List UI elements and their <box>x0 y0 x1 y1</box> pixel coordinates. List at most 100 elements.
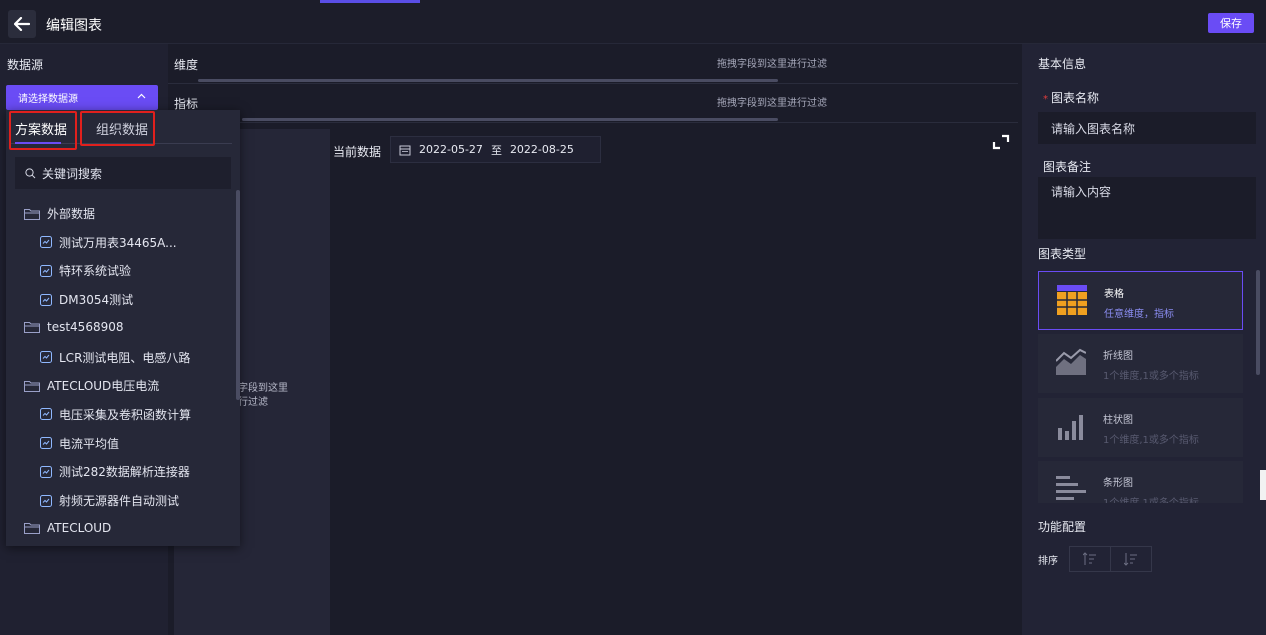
metric-drop-hint: 拖拽字段到这里进行过滤 <box>717 98 827 109</box>
sort-button-group <box>1069 546 1152 572</box>
chart-note-textarea[interactable]: 请输入内容 <box>1038 177 1256 239</box>
save-button[interactable]: 保存 <box>1208 13 1254 33</box>
file-chart-icon <box>40 437 52 450</box>
tree-file[interactable]: LCR测试电阻、电感八路 <box>40 349 190 366</box>
tree-item-label: 电流平均值 <box>59 436 120 451</box>
sort-label: 排序 <box>1038 556 1058 567</box>
chart-type-desc: 任意维度，指标 <box>1104 309 1174 320</box>
chart-type-label: 图表类型 <box>1038 247 1087 261</box>
chart-type-name: 表格 <box>1104 289 1124 300</box>
folder-icon <box>24 380 40 392</box>
top-tab-indicator <box>320 0 420 3</box>
tree-item-label: 电压采集及卷积函数计算 <box>59 407 192 422</box>
tree-folder[interactable]: ATECLOUD <box>24 521 111 535</box>
chart-note-label: 图表备注 <box>1043 160 1092 174</box>
current-data-label: 当前数据 <box>333 145 382 159</box>
tree-item-label: 特环系统试验 <box>59 264 132 279</box>
tree-file[interactable]: DM3054测试 <box>40 291 133 308</box>
sort-desc-button[interactable] <box>1111 547 1151 571</box>
tree-item-label: ATECLOUD电压电流 <box>47 379 160 394</box>
tree-item-label: test4568908 <box>47 319 124 334</box>
chart-type-name: 折线图 <box>1103 351 1133 362</box>
file-chart-icon <box>40 351 52 363</box>
chart-type-name: 柱状图 <box>1103 415 1133 426</box>
filter-hint-line2: 行过滤 <box>238 397 268 408</box>
highlight-box-scheme <box>9 111 77 150</box>
bar-chart-icon <box>1058 415 1083 440</box>
dimension-drop-hint: 拖拽字段到这里进行过滤 <box>717 59 827 70</box>
tree-item-label: LCR测试电阻、电感八路 <box>59 350 191 365</box>
sort-desc-icon <box>1124 553 1137 566</box>
tree-folder[interactable]: 外部数据 <box>24 205 95 222</box>
line-chart-icon <box>1056 348 1086 375</box>
basic-info-title: 基本信息 <box>1038 57 1087 71</box>
back-button[interactable] <box>8 10 36 38</box>
chart-name-label: * 图表名称 <box>1043 91 1100 105</box>
sort-asc-button[interactable] <box>1070 547 1111 571</box>
expand-icon[interactable] <box>990 131 1012 153</box>
tree-folder[interactable]: test4568908 <box>24 320 124 334</box>
calendar-icon <box>399 145 411 155</box>
caret-up-icon <box>137 91 146 102</box>
tree-file[interactable]: 特环系统试验 <box>40 262 131 279</box>
page-title: 编辑图表 <box>46 18 102 34</box>
chart-type-name: 条形图 <box>1103 478 1133 489</box>
tree-item-label: 测试282数据解析连接器 <box>59 465 190 480</box>
dropdown-scrollbar[interactable] <box>236 190 240 400</box>
keyword-search-input[interactable]: 关键词搜索 <box>15 157 231 189</box>
table-icon <box>1057 285 1087 315</box>
datasource-title: 数据源 <box>7 58 44 72</box>
search-icon <box>25 167 36 178</box>
date-end: 2022-08-25 <box>509 143 574 156</box>
chart-type-line-card[interactable]: 折线图 1个维度,1或多个指标 <box>1038 334 1243 393</box>
settings-scrollbar[interactable] <box>1256 270 1260 375</box>
chart-type-bar-card[interactable]: 柱状图 1个维度,1或多个指标 <box>1038 398 1243 457</box>
sort-asc-icon <box>1083 552 1096 565</box>
zone-divider <box>168 83 1018 84</box>
tree-file[interactable]: 测试282数据解析连接器 <box>40 463 190 480</box>
file-chart-icon <box>40 494 52 507</box>
tree-item-label: ATECLOUD <box>47 520 112 535</box>
top-bar: 编辑图表 保存 <box>0 0 1266 44</box>
dimension-label: 维度 <box>174 58 199 72</box>
search-placeholder: 关键词搜索 <box>42 166 103 181</box>
hbar-chart-icon <box>1056 476 1086 500</box>
back-arrow-icon <box>14 17 30 31</box>
tree-folder[interactable]: ATECLOUD电压电流 <box>24 377 159 394</box>
file-chart-icon <box>40 408 52 421</box>
chart-name-input[interactable]: 请输入图表名称 <box>1038 112 1256 144</box>
filter-hint-line1: 字段到这里 <box>238 383 288 394</box>
chart-type-desc: 1个维度,1或多个指标 <box>1103 371 1199 382</box>
date-separator: 至 <box>490 143 502 157</box>
chart-type-desc: 1个维度,1或多个指标 <box>1103 494 1199 503</box>
tree-file[interactable]: 测试万用表34465A... <box>40 234 177 251</box>
file-chart-icon <box>40 264 52 277</box>
file-chart-icon <box>40 236 52 249</box>
chart-type-desc: 1个维度,1或多个指标 <box>1103 435 1199 446</box>
folder-icon <box>24 208 40 220</box>
file-chart-icon <box>40 293 52 306</box>
tree-file[interactable]: 电压采集及卷积函数计算 <box>40 406 191 423</box>
folder-icon <box>24 522 40 534</box>
chart-type-hbar-card[interactable]: 条形图 1个维度,1或多个指标 <box>1038 461 1243 503</box>
tree-file[interactable]: 电流平均值 <box>40 435 119 452</box>
zone-divider <box>168 122 1018 123</box>
tree-file[interactable]: 射频无源器件自动测试 <box>40 492 179 509</box>
func-config-label: 功能配置 <box>1038 520 1087 534</box>
metric-drop-zone[interactable] <box>242 118 778 121</box>
tree-item-label: 测试万用表34465A... <box>59 235 177 250</box>
tree-item-label: 外部数据 <box>47 207 96 221</box>
folder-icon <box>24 321 40 333</box>
chart-type-table-card[interactable]: 表格 任意维度，指标 <box>1038 271 1243 330</box>
filter-drop-hint: 字段到这里 行过滤 <box>238 382 288 410</box>
datasource-select[interactable]: 请选择数据源 <box>6 85 158 110</box>
highlight-box-org <box>80 111 155 146</box>
tree-item-label: 射频无源器件自动测试 <box>59 494 180 508</box>
date-start: 2022-05-27 <box>419 143 483 156</box>
date-range-picker[interactable]: 2022-05-27 至 2022-08-25 <box>390 136 601 163</box>
datasource-select-value: 请选择数据源 <box>18 94 78 105</box>
file-chart-icon <box>40 465 52 478</box>
window-edge <box>1260 470 1266 500</box>
tree-item-label: DM3054测试 <box>59 293 134 308</box>
dimension-drop-zone[interactable] <box>198 79 778 82</box>
